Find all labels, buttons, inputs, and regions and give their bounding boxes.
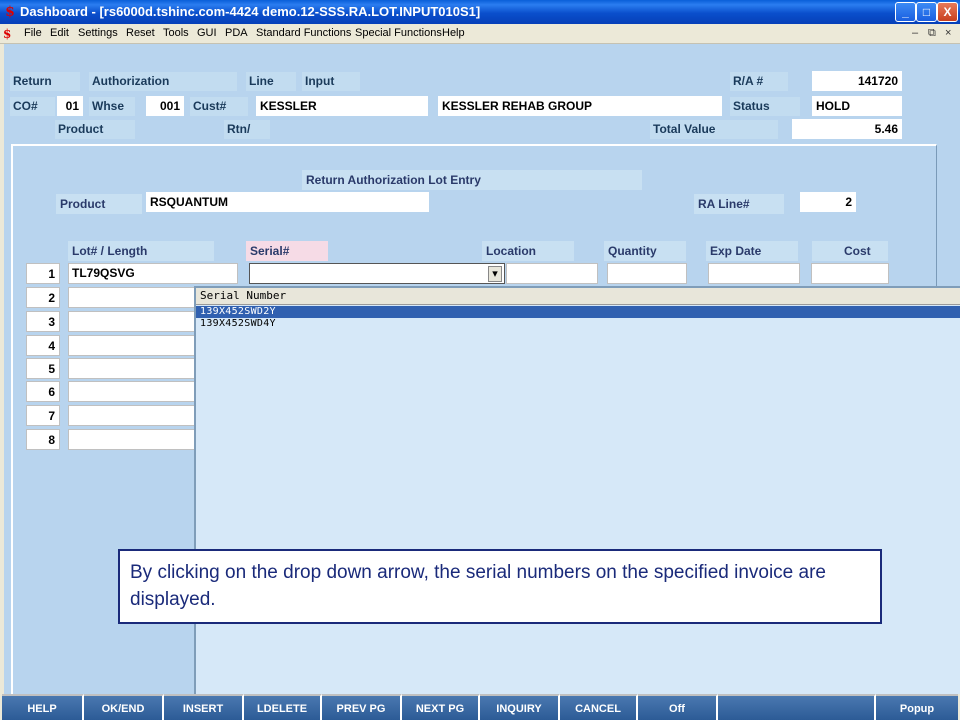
row1-quantity-field[interactable] <box>607 263 687 284</box>
row-number: 8 <box>26 429 60 450</box>
row1-lot-field[interactable]: TL79QSVG <box>68 263 238 284</box>
fkey-help[interactable]: HELP <box>2 694 84 720</box>
row-lot-field[interactable] <box>68 405 198 426</box>
serial-number-popup[interactable]: Serial Number 139X452SWD2Y 139X452SWD4Y <box>194 286 960 694</box>
row-lot-field[interactable] <box>68 358 198 379</box>
menu-settings[interactable]: Settings <box>78 27 118 39</box>
cust-field[interactable]: KESSLER <box>256 96 428 116</box>
col-serial: Serial# <box>246 241 328 261</box>
fkey-prev-pg[interactable]: PREV PG <box>322 694 402 720</box>
lot-entry-title: Return Authorization Lot Entry <box>302 170 642 190</box>
serial-dropdown-arrow-icon[interactable]: ▾ <box>488 266 502 282</box>
menu-app-icon: $ <box>3 27 12 41</box>
product-header-label: Product <box>55 120 135 139</box>
menu-standard-functions[interactable]: Standard Functions <box>256 27 351 39</box>
row-number: 6 <box>26 381 60 402</box>
col-exp-date: Exp Date <box>706 241 798 261</box>
line-label: Line <box>246 72 296 91</box>
fkey-cancel[interactable]: CANCEL <box>560 694 638 720</box>
fkey-ldelete[interactable]: LDELETE <box>244 694 322 720</box>
col-location: Location <box>482 241 574 261</box>
row-number: 1 <box>26 263 60 284</box>
row1-location-field[interactable] <box>506 263 598 284</box>
row-number: 7 <box>26 405 60 426</box>
cust-name-field: KESSLER REHAB GROUP <box>438 96 722 116</box>
ra-line-label: RA Line# <box>694 194 784 214</box>
menu-special-functions[interactable]: Special Functions <box>355 27 442 39</box>
status-label: Status <box>730 97 800 116</box>
input-label: Input <box>302 72 360 91</box>
fkey-insert[interactable]: INSERT <box>164 694 244 720</box>
instruction-callout: By clicking on the drop down arrow, the … <box>118 549 882 624</box>
fkey-ok-end[interactable]: OK/END <box>84 694 164 720</box>
window-title: Dashboard - [rs6000d.tshinc.com-4424 dem… <box>20 4 481 19</box>
total-value-field: 5.46 <box>792 119 902 139</box>
fkey-blank[interactable] <box>718 694 876 720</box>
menu-edit[interactable]: Edit <box>50 27 69 39</box>
status-field: HOLD <box>812 96 902 116</box>
row-lot-field[interactable] <box>68 429 198 450</box>
col-lot-length: Lot# / Length <box>68 241 214 261</box>
co-field[interactable]: 01 <box>57 96 83 116</box>
menu-help[interactable]: Help <box>442 27 465 39</box>
menu-file[interactable]: File <box>24 27 42 39</box>
co-label: CO# <box>10 97 55 116</box>
popup-list-item[interactable]: 139X452SWD4Y <box>196 318 960 330</box>
popup-header: Serial Number <box>196 288 960 305</box>
row-number: 4 <box>26 335 60 356</box>
fkey-popup[interactable]: Popup <box>876 694 958 720</box>
total-value-label: Total Value <box>650 120 778 139</box>
whse-label: Whse <box>89 97 135 116</box>
menu-bar: $ File Edit Settings Reset Tools GUI PDA… <box>0 24 960 44</box>
row1-exp-date-field[interactable] <box>708 263 800 284</box>
close-button[interactable]: X <box>937 2 958 22</box>
cust-label: Cust# <box>190 97 248 116</box>
row-lot-field[interactable] <box>68 335 198 356</box>
popup-list-item[interactable]: 139X452SWD2Y <box>196 306 960 318</box>
return-label: Return <box>10 72 80 91</box>
lot-product-field[interactable]: RSQUANTUM <box>146 192 429 212</box>
whse-field[interactable]: 001 <box>146 96 184 116</box>
ra-number-label: R/A # <box>730 72 788 91</box>
ra-number-field[interactable]: 141720 <box>812 71 902 91</box>
menu-reset[interactable]: Reset <box>126 27 155 39</box>
title-bar: $ Dashboard - [rs6000d.tshinc.com-4424 d… <box>0 0 960 24</box>
col-cost: Cost <box>812 241 888 261</box>
fkey-next-pg[interactable]: NEXT PG <box>402 694 480 720</box>
minimize-button[interactable]: _ <box>895 2 916 22</box>
menu-pda[interactable]: PDA <box>225 27 248 39</box>
row-lot-field[interactable] <box>68 287 198 308</box>
rtn-label: Rtn/ <box>224 120 270 139</box>
function-key-bar: HELP OK/END INSERT LDELETE PREV PG NEXT … <box>0 694 960 720</box>
fkey-off[interactable]: Off <box>638 694 718 720</box>
row-lot-field[interactable] <box>68 381 198 402</box>
app-icon: $ <box>5 4 15 20</box>
menu-gui[interactable]: GUI <box>197 27 217 39</box>
menu-tools[interactable]: Tools <box>163 27 189 39</box>
row-number: 2 <box>26 287 60 308</box>
authorization-label: Authorization <box>89 72 237 91</box>
row-number: 3 <box>26 311 60 332</box>
lot-product-label: Product <box>56 194 142 214</box>
mdi-minimize-button[interactable]: – <box>912 27 918 39</box>
row1-cost-field[interactable] <box>811 263 889 284</box>
col-quantity: Quantity <box>604 241 686 261</box>
maximize-button[interactable]: □ <box>916 2 937 22</box>
fkey-inquiry[interactable]: INQUIRY <box>480 694 560 720</box>
row1-serial-field[interactable] <box>249 263 505 284</box>
mdi-close-button[interactable]: × <box>945 27 951 39</box>
mdi-restore-button[interactable]: ⧉ <box>928 27 936 40</box>
ra-line-field[interactable]: 2 <box>800 192 856 212</box>
row-number: 5 <box>26 358 60 379</box>
row-lot-field[interactable] <box>68 311 198 332</box>
